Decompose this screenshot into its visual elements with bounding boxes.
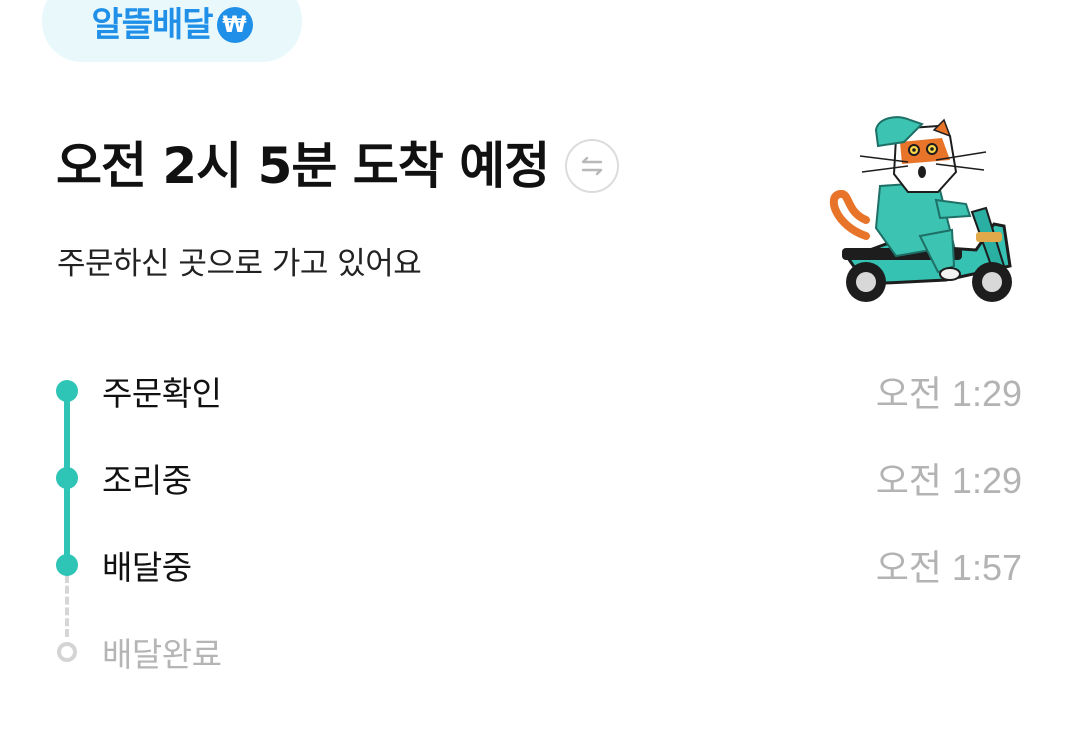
swap-arrows-button[interactable] (565, 139, 620, 193)
step-label: 조리중 (102, 461, 192, 500)
step-time: 오전 1:57 (875, 547, 1022, 588)
step-label: 배달완료 (102, 635, 222, 674)
timeline-step-delivered: 배달완료 (50, 624, 1030, 680)
swap-arrows-icon (582, 156, 603, 176)
won-icon: ₩ (216, 7, 253, 43)
title-row: 오전 2시 5분 도착 예정 (56, 130, 620, 202)
step-current-dot (56, 554, 78, 576)
step-label: 배달중 (102, 548, 192, 587)
timeline-step-cooking: 조리중 오전 1:29 (50, 450, 1030, 506)
step-done-dot (56, 380, 78, 402)
badge-label: 알뜰배달 (91, 5, 213, 45)
cat-rider-scooter-illustration (829, 116, 1012, 302)
status-subtitle: 주문하신 곳으로 가고 있어요 (57, 246, 422, 282)
step-done-dot (56, 467, 78, 489)
step-time: 오전 1:29 (875, 460, 1022, 501)
delivery-progress-timeline: 주문확인 오전 1:29 조리중 오전 1:29 배달중 오전 1:57 배달완… (50, 360, 1030, 690)
delivery-status-page: 알뜰배달 ₩ 오전 2시 5분 도착 예정 주문하신 곳으로 가고 있어요 주문… (0, 0, 1080, 751)
step-pending-dot (57, 642, 77, 662)
delivery-type-badge: 알뜰배달 ₩ (42, 0, 302, 62)
step-time: 오전 1:29 (875, 373, 1022, 414)
timeline-step-order-confirmed: 주문확인 오전 1:29 (50, 363, 1030, 419)
timeline-step-delivering: 배달중 오전 1:57 (50, 537, 1030, 593)
page-title: 오전 2시 5분 도착 예정 (56, 137, 550, 195)
step-label: 주문확인 (102, 374, 222, 413)
